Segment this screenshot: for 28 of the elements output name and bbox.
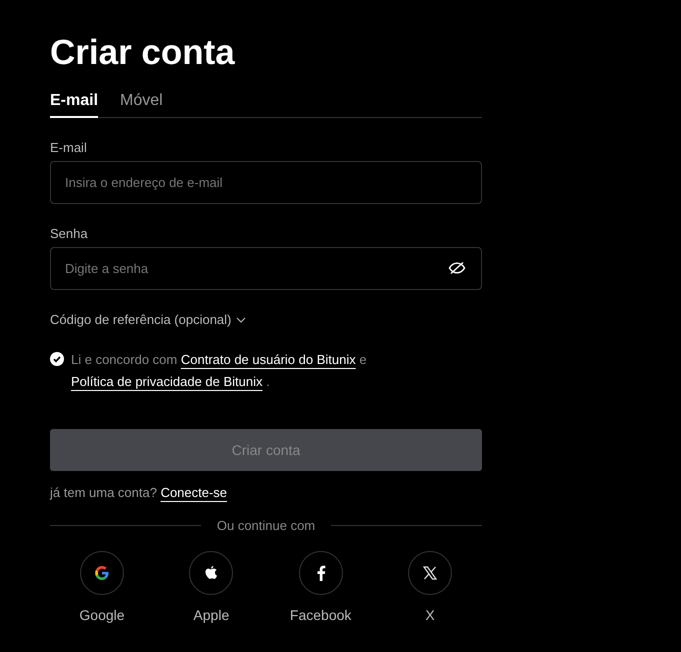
apple-icon [204,565,218,581]
referral-code-toggle[interactable]: Código de referência (opcional) [50,312,246,327]
login-link[interactable]: Conecte-se [160,485,228,500]
login-prompt: já tem uma conta? Conecte-se [50,485,228,500]
field-label: E-mail [50,140,88,155]
eye-slash-icon[interactable] [448,261,466,275]
tab[interactable]: Móvel [120,90,163,118]
tab[interactable]: E-mail [50,90,98,118]
terms-link[interactable]: Contrato de usuário do Bitunix [180,352,356,367]
chevron-down-icon [236,316,246,322]
social-login-button[interactable] [408,551,452,595]
social-label: Google [79,607,125,623]
email-field[interactable]: Insira o endereço de e-mail [50,161,482,204]
social-login-button[interactable] [189,551,234,595]
social-label: X [425,607,435,623]
password-field[interactable]: Digite a senha [50,247,482,290]
agreement-text: Li e concordo com Contrato de usuário do Bitunix e Política de privacidade de Bitunix . [71,351,368,391]
facebook-icon [316,565,326,581]
terms-link[interactable]: Política de privacidade de Bitunix [71,374,263,389]
divider-text: Ou continue com [216,518,316,533]
social-login-button[interactable] [298,551,343,595]
social-label: Facebook [290,607,352,623]
agreement-checkbox[interactable] [50,352,64,366]
x-logo-icon [422,566,437,580]
google-icon [94,565,110,581]
page-title: Criar conta [50,32,236,74]
field-label: Senha [50,226,89,241]
social-label: Apple [193,607,230,623]
